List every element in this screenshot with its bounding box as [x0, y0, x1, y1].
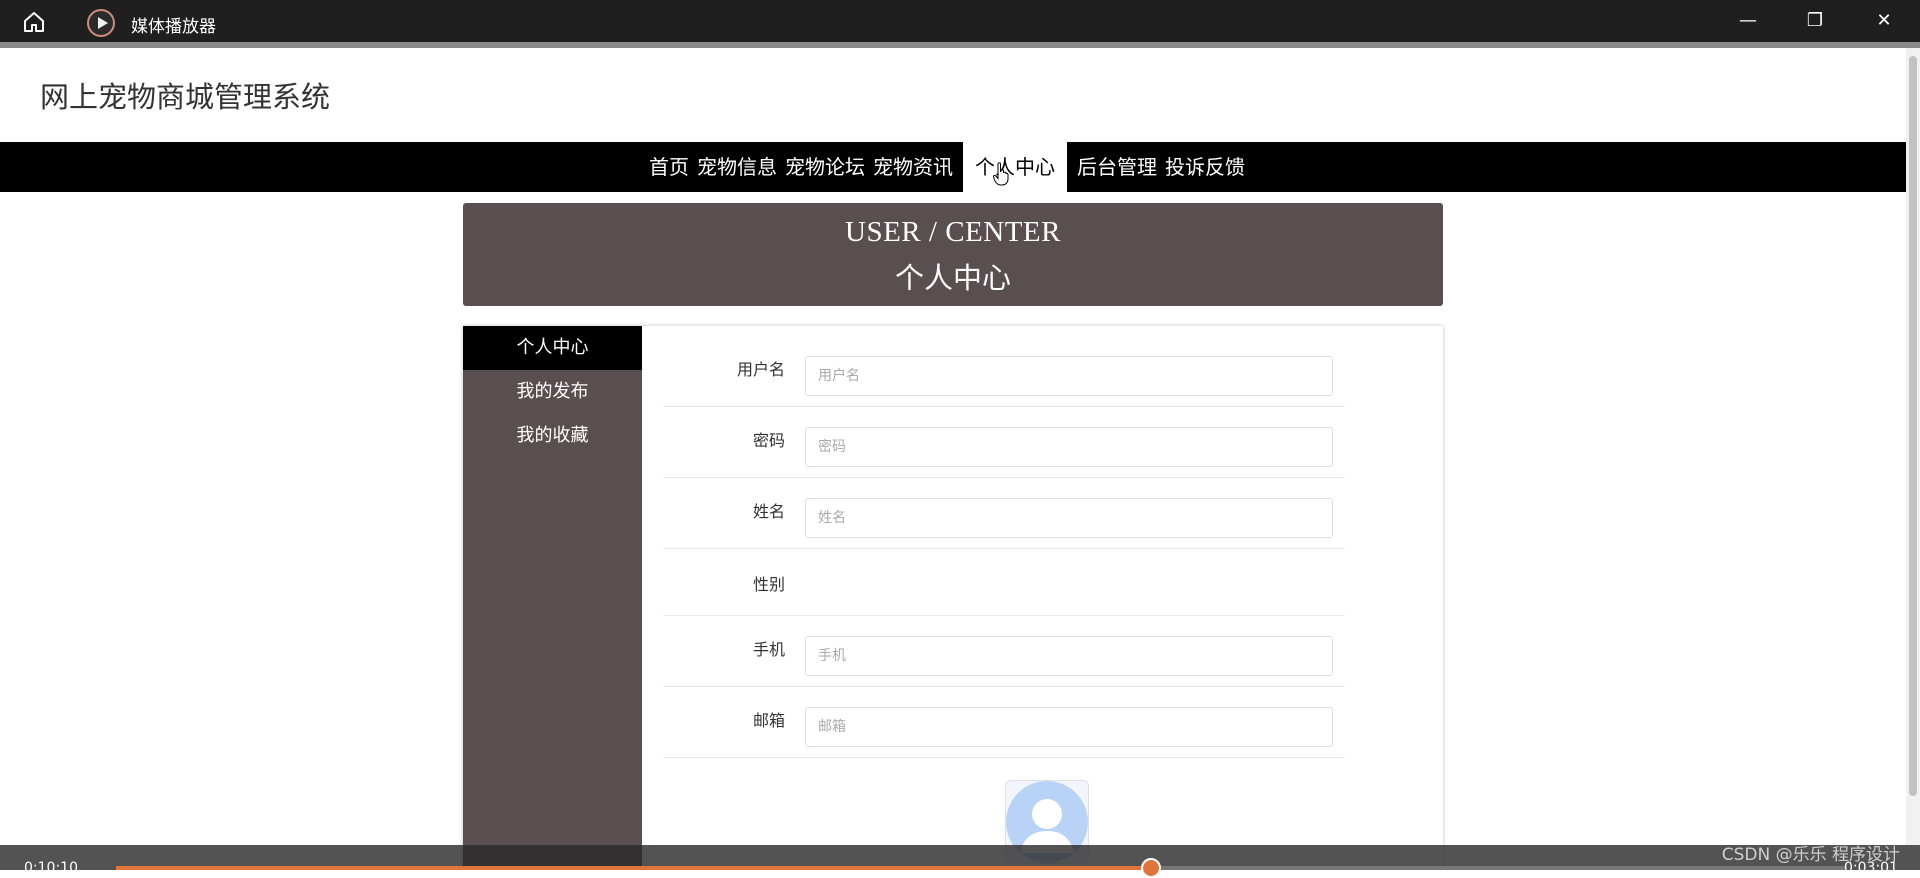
page-scrollbar[interactable] [1906, 48, 1920, 845]
sidebar-item-my-favorites[interactable]: 我的收藏 [463, 414, 642, 458]
close-button[interactable]: ✕ [1864, 6, 1904, 36]
nav-item-pet-forum[interactable]: 宠物论坛 [781, 142, 869, 192]
gender-label: 性别 [752, 575, 785, 594]
nav-item-admin[interactable]: 后台管理 [1073, 142, 1161, 192]
nav-item-pet-news[interactable]: 宠物资讯 [869, 142, 957, 192]
web-page: 网上宠物商城管理系统 首页 宠物信息 宠物论坛 宠物资讯 个人中心 后台管理 投… [0, 48, 1906, 870]
user-center-panel: 个人中心 我的发布 我的收藏 用户名 密码 姓名 性别 手机 [463, 326, 1443, 870]
banner-title-cn: 个人中心 [894, 261, 1011, 295]
watermark: CSDN @乐乐 程序设计 [1721, 845, 1900, 865]
sidebar-item-my-posts[interactable]: 我的发布 [463, 370, 642, 414]
media-controls: 0:10:10 0:03:01 [0, 845, 1920, 878]
phone-input[interactable] [805, 636, 1333, 676]
email-label: 邮箱 [752, 711, 785, 730]
username-input[interactable] [805, 356, 1333, 396]
seek-bar-progress [116, 866, 1151, 870]
seek-handle[interactable] [1140, 858, 1161, 878]
nav-item-pet-info[interactable]: 宠物信息 [693, 142, 781, 192]
nav-item-user-center[interactable]: 个人中心 [963, 142, 1067, 192]
password-label: 密码 [752, 431, 785, 450]
form-row-phone: 手机 [663, 616, 1345, 687]
form-row-email: 邮箱 [663, 687, 1345, 758]
elapsed-time: 0:10:10 [24, 860, 78, 876]
name-input[interactable] [805, 498, 1333, 538]
main-nav: 首页 宠物信息 宠物论坛 宠物资讯 个人中心 后台管理 投诉反馈 [0, 142, 1906, 192]
nav-item-home[interactable]: 首页 [645, 142, 693, 192]
phone-label: 手机 [752, 640, 785, 659]
hand-cursor-icon [993, 162, 1009, 186]
form-row-name: 姓名 [663, 478, 1345, 549]
app-title: 媒体播放器 [131, 17, 216, 37]
sidebar: 个人中心 我的发布 我的收藏 [463, 326, 642, 870]
nav-item-feedback[interactable]: 投诉反馈 [1161, 142, 1249, 192]
scrollbar-thumb[interactable] [1909, 56, 1917, 796]
sidebar-item-user-center[interactable]: 个人中心 [463, 326, 642, 370]
site-title: 网上宠物商城管理系统 [40, 80, 331, 114]
form-row-gender: 性别 [663, 549, 1345, 616]
email-input[interactable] [805, 707, 1333, 747]
maximize-button[interactable]: ❐ [1795, 6, 1835, 36]
form-row-username: 用户名 [663, 326, 1345, 407]
form-row-password: 密码 [663, 407, 1345, 478]
page-banner: USER / CENTER 个人中心 [463, 203, 1443, 306]
password-input[interactable] [805, 427, 1333, 467]
media-player-app-icon [87, 9, 115, 37]
seek-bar[interactable] [116, 858, 1846, 878]
window-titlebar: 媒体播放器 — ❐ ✕ [0, 0, 1920, 42]
minimize-button[interactable]: — [1728, 6, 1768, 36]
name-label: 姓名 [752, 502, 785, 521]
username-label: 用户名 [736, 360, 785, 379]
home-icon[interactable] [22, 10, 46, 34]
banner-title-en: USER / CENTER [845, 216, 1061, 248]
